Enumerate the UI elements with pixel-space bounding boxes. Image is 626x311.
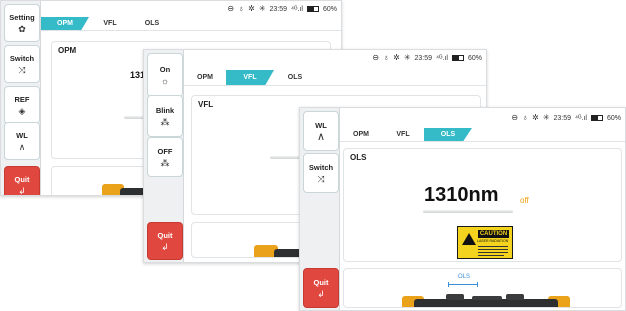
alarm-icon: ♁: [238, 4, 245, 13]
status-bar: ⊖ ♁ ✲ ✳ 23:59 ⁴ᴳ.ıl 60%: [227, 1, 341, 17]
tab-vfl[interactable]: VFL: [382, 128, 424, 141]
sun-icon: ✳: [403, 53, 411, 62]
switch-label: Switch: [308, 162, 334, 172]
enter-icon: ↲: [161, 241, 169, 252]
sun-icon: ✳: [258, 4, 266, 13]
device-panel: OLS: [343, 268, 622, 308]
wl-button[interactable]: WL ∧: [4, 122, 40, 160]
battery-icon: [590, 115, 603, 121]
port-arrow: [448, 284, 478, 285]
switch-button[interactable]: Switch ⤨: [4, 45, 40, 83]
mode-tabs: OPM VFL OLS: [184, 70, 486, 86]
tab-opm[interactable]: OPM: [184, 70, 226, 85]
panel-title: OLS: [350, 153, 367, 162]
signal-icon: ⁴ᴳ.ıl: [436, 54, 448, 62]
device-illustration: [402, 289, 570, 307]
mode-tabs: OPM VFL OLS: [340, 128, 625, 142]
enter-icon: ↲: [18, 185, 26, 196]
off-icon: ⁂: [160, 157, 170, 168]
tab-vfl[interactable]: VFL: [226, 70, 274, 85]
caution-subtext: LASER RADIATION: [477, 239, 509, 243]
signal-icon: ⁴ᴳ.ıl: [575, 114, 587, 122]
ols-screen: WL ∧ Switch ⤨ Quit ↲ ⊖ ♁ ✲ ✳ 23:59 ⁴ᴳ.ıl…: [299, 107, 626, 311]
blink-label: Blink: [155, 105, 175, 115]
value-underline: [423, 210, 513, 213]
chevron-up-icon: ∧: [18, 141, 26, 152]
setting-label: Setting: [9, 12, 35, 22]
on-button[interactable]: On ☼: [147, 53, 183, 97]
shuffle-icon: ⤨: [18, 64, 26, 75]
quit-button[interactable]: Quit ↲: [303, 268, 339, 308]
tab-ols[interactable]: OLS: [424, 128, 472, 141]
quit-label: Quit: [313, 277, 329, 287]
sun-icon: ✳: [542, 113, 550, 122]
wl-label: WL: [16, 130, 28, 140]
diamond-arrow-icon: ◈: [18, 105, 26, 116]
settings-icon: ✲: [393, 53, 400, 62]
sidebar: On ☼ Blink ⁂ OFF ⁂ Quit ↲: [144, 50, 184, 262]
quit-label: Quit: [157, 230, 173, 240]
lock-icon: ⊖: [511, 113, 519, 122]
tab-ols[interactable]: OLS: [131, 17, 173, 30]
quit-button[interactable]: Quit ↲: [147, 222, 183, 260]
clock: 23:59: [269, 5, 288, 13]
sun-icon: ☼: [160, 75, 170, 86]
chevron-up-icon: ∧: [316, 130, 326, 143]
ref-button[interactable]: REF ◈: [4, 86, 40, 124]
lock-icon: ⊖: [372, 53, 380, 62]
off-label: OFF: [157, 146, 173, 156]
ols-wavelength-value: 1310nm: [424, 184, 499, 206]
switch-label: Switch: [9, 53, 35, 63]
mode-tabs: OPM VFL OLS: [41, 17, 341, 31]
status-bar: ⊖ ♁ ✲ ✳ 23:59 ⁴ᴳ.ıl 60%: [511, 110, 625, 126]
alarm-icon: ♁: [383, 53, 390, 62]
battery-icon: [306, 6, 319, 12]
battery-icon: [451, 55, 464, 61]
settings-icon: ✲: [248, 4, 255, 13]
wl-label: WL: [315, 120, 327, 130]
switch-button[interactable]: Switch ⤨: [303, 153, 339, 193]
tab-opm[interactable]: OPM: [340, 128, 382, 141]
quit-label: Quit: [14, 174, 30, 184]
panel-title: VFL: [198, 100, 214, 109]
device-illustration: [254, 241, 304, 257]
blink-button[interactable]: Blink ⁂: [147, 95, 183, 137]
battery-percent: 60%: [322, 5, 337, 13]
enter-icon: ↲: [317, 288, 325, 299]
shuffle-icon: ⤨: [317, 173, 325, 184]
ols-port-label: OLS: [458, 274, 471, 280]
port-arrow-right: [477, 282, 478, 287]
battery-percent: 60%: [606, 114, 621, 122]
lock-icon: ⊖: [227, 4, 235, 13]
on-label: On: [159, 64, 171, 74]
off-button[interactable]: OFF ⁂: [147, 137, 183, 177]
tab-ols[interactable]: OLS: [274, 70, 316, 85]
quit-button[interactable]: Quit ↲: [4, 166, 40, 196]
ols-state: off: [520, 196, 529, 205]
panel-title: OPM: [58, 46, 77, 55]
signal-icon: ⁴ᴳ.ıl: [291, 5, 303, 13]
blink-icon: ⁂: [160, 116, 170, 127]
port-arrow-left: [448, 282, 449, 287]
laser-warning-icon: [462, 233, 476, 245]
ref-label: REF: [14, 94, 30, 104]
alarm-icon: ♁: [522, 113, 529, 122]
battery-percent: 60%: [467, 54, 482, 62]
ols-panel: OLS 1310nm off CAUTION LASER RADIATION: [343, 148, 622, 262]
tab-vfl[interactable]: VFL: [89, 17, 131, 30]
settings-icon: ✲: [532, 113, 539, 122]
sidebar: Setting ✿ Switch ⤨ REF ◈ WL ∧ Quit ↲: [1, 1, 41, 195]
sidebar: WL ∧ Switch ⤨ Quit ↲: [300, 108, 340, 310]
clock: 23:59: [414, 54, 433, 62]
device-illustration: [102, 181, 146, 195]
setting-button[interactable]: Setting ✿: [4, 4, 40, 42]
tab-opm[interactable]: OPM: [41, 17, 89, 30]
gear-icon: ✿: [18, 23, 26, 34]
caution-heading: CAUTION: [478, 230, 509, 238]
status-bar: ⊖ ♁ ✲ ✳ 23:59 ⁴ᴳ.ıl 60%: [372, 50, 486, 66]
wl-button[interactable]: WL ∧: [303, 111, 339, 151]
caution-label: CAUTION LASER RADIATION: [457, 226, 513, 259]
clock: 23:59: [553, 114, 572, 122]
